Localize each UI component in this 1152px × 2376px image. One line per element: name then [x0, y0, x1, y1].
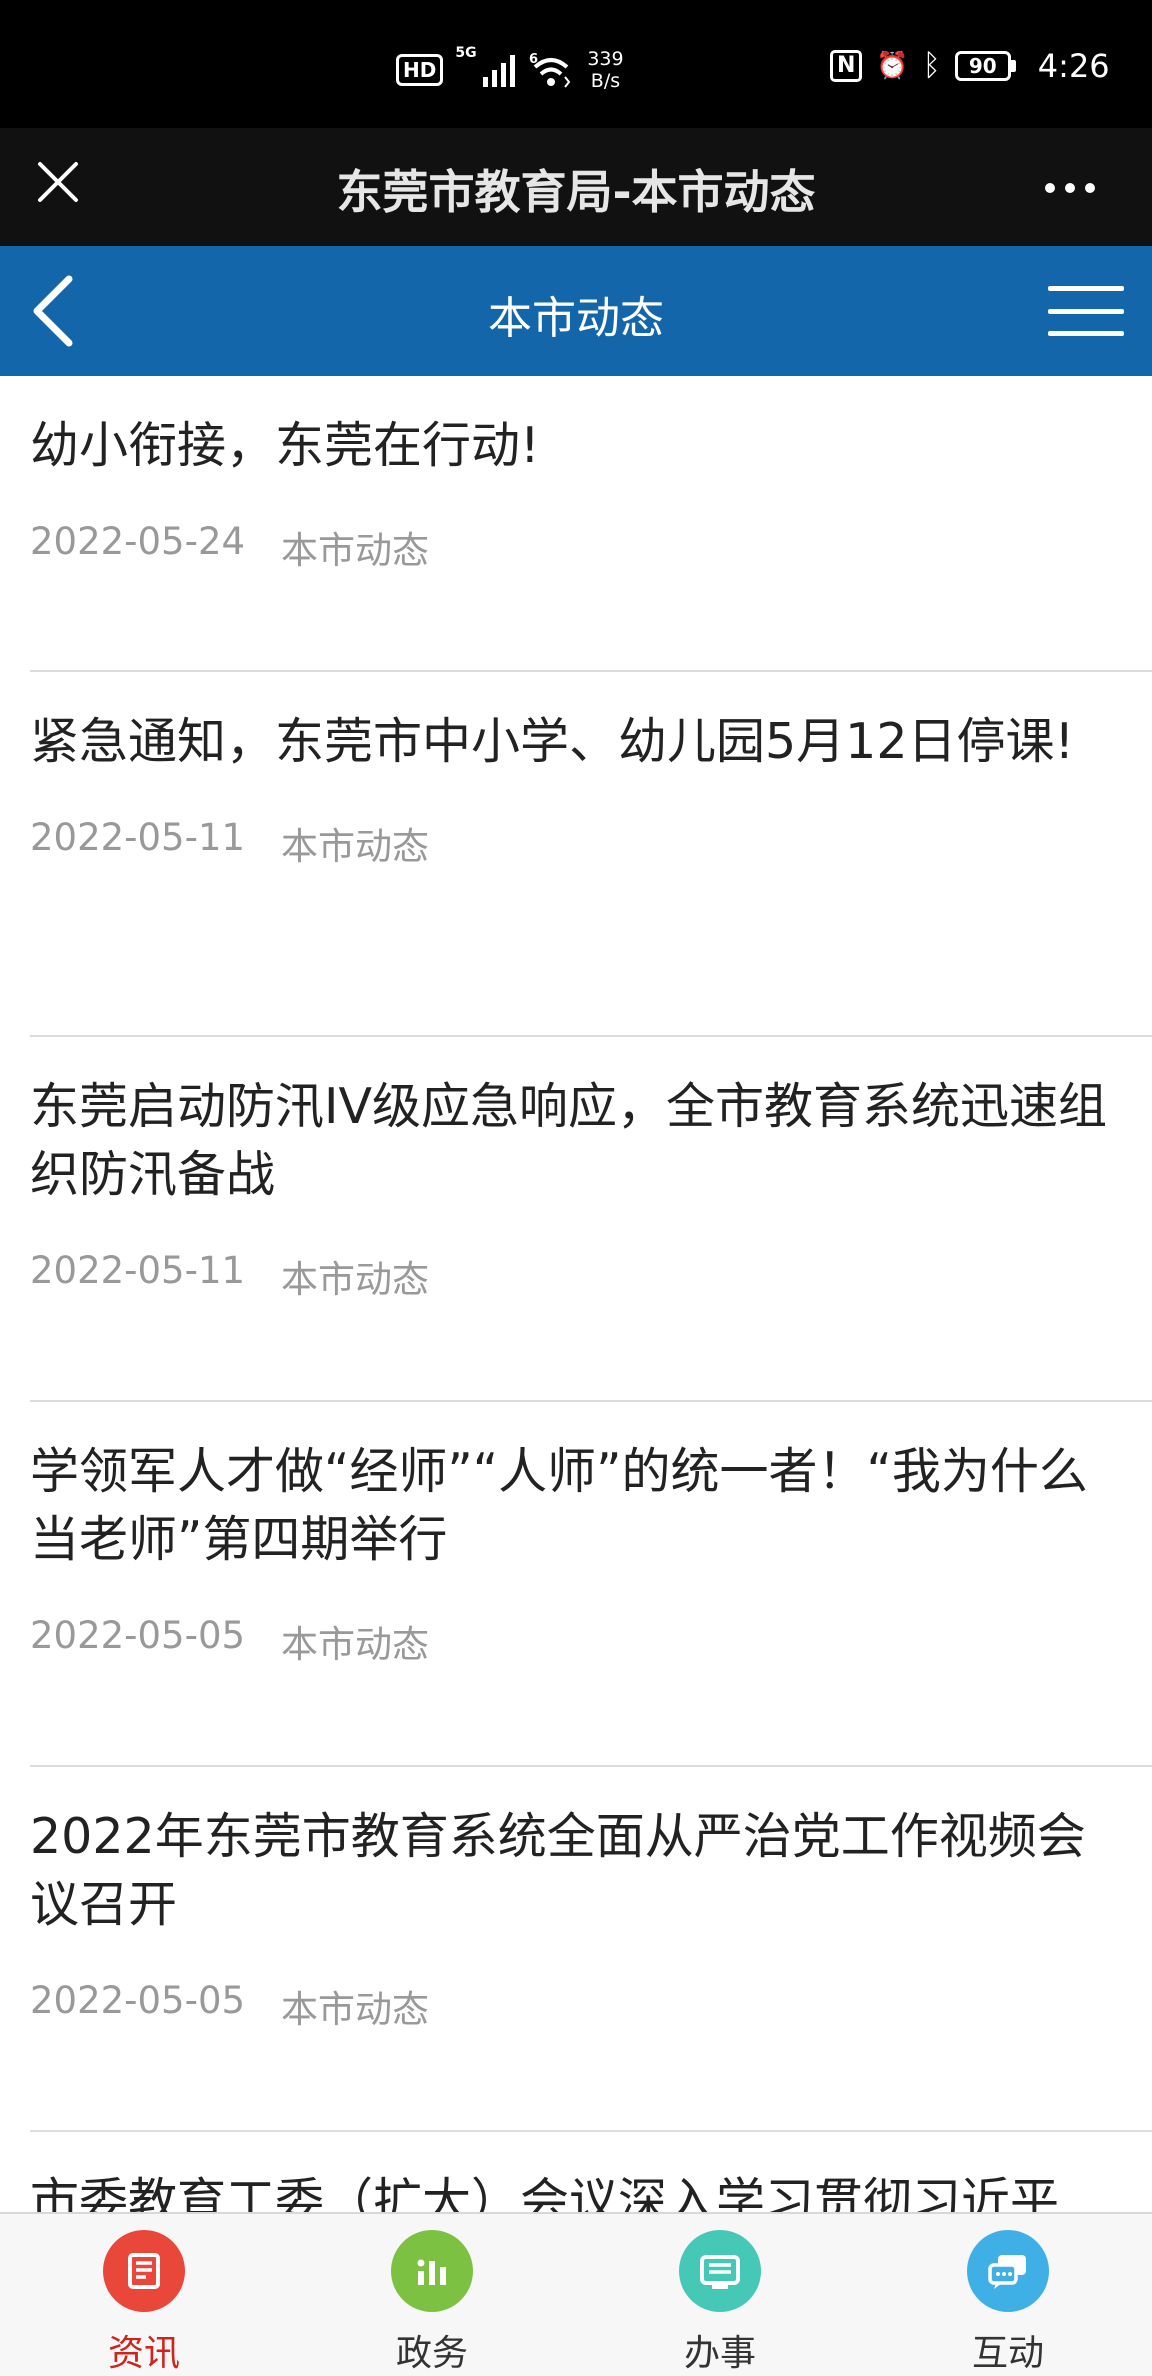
- bluetooth-icon: ᛒ: [922, 48, 941, 83]
- tab-label: 办事: [683, 2333, 756, 2374]
- bottom-tab-bar: 资讯 政务 办事 互动: [0, 2212, 1152, 2376]
- news-title: 幼小衔接，东莞在行动!: [30, 417, 540, 474]
- wifi-icon: 6: [529, 51, 573, 89]
- tab-government-affairs[interactable]: 政务: [288, 2214, 576, 2376]
- news-date: 2022-05-05: [30, 1614, 246, 1657]
- signal-generation-label: 5G: [455, 45, 477, 61]
- news-meta: 2022-05-11 本市动态: [30, 1249, 1152, 1303]
- tab-news[interactable]: 资讯: [0, 2214, 288, 2376]
- chat-bubbles-icon: [967, 2230, 1049, 2312]
- news-category: 本市动态: [281, 529, 430, 572]
- news-icon: [103, 2230, 185, 2312]
- battery-icon: 90: [954, 51, 1016, 81]
- menu-button[interactable]: [1048, 286, 1124, 336]
- news-category: 本市动态: [281, 825, 430, 868]
- news-item[interactable]: 市委教育工委（扩大）会议深入学习贯彻习近平: [30, 2132, 1152, 2212]
- news-meta: 2022-05-24 本市动态: [30, 520, 1152, 574]
- news-date: 2022-05-24: [30, 520, 246, 563]
- network-speed: 339 B/s: [587, 48, 623, 92]
- news-meta: 2022-05-11 本市动态: [30, 816, 1152, 870]
- bar-chart-icon: [391, 2230, 473, 2312]
- nfc-icon: N: [830, 50, 863, 82]
- status-icons-right: N ⏰ ᛒ 90 4:26: [830, 44, 1110, 88]
- news-item[interactable]: 紧急通知，东莞市中小学、幼儿园5月12日停课! 2022-05-11 本市动态: [30, 672, 1152, 1037]
- news-item[interactable]: 2022年东莞市教育系统全面从严治党工作视频会议召开 2022-05-05 本市…: [30, 1767, 1152, 2132]
- news-item[interactable]: 幼小衔接，东莞在行动! 2022-05-24 本市动态: [30, 376, 1152, 672]
- news-title: 东莞启动防汛IV级应急响应，全市教育系统迅速组织防汛备战: [30, 1078, 1107, 1203]
- network-speed-value: 339: [587, 48, 624, 70]
- news-title: 2022年东莞市教育系统全面从严治党工作视频会议召开: [30, 1808, 1086, 1933]
- status-bar: HD 5G 6 339 B/s N ⏰ ᛒ 90 4:26: [0, 0, 1152, 128]
- more-options-button[interactable]: [1030, 158, 1110, 218]
- news-category: 本市动态: [281, 1258, 430, 1301]
- alarm-icon: ⏰: [876, 51, 909, 81]
- window-title: 东莞市教育局-本市动态: [336, 165, 816, 219]
- signal-icon: 5G: [455, 45, 516, 87]
- status-icons-left: HD 5G 6 339 B/s: [396, 40, 624, 100]
- news-meta: 2022-05-05 本市动态: [30, 1614, 1152, 1668]
- news-meta: 2022-05-05 本市动态: [30, 1979, 1152, 2033]
- tab-label: 资讯: [107, 2333, 180, 2374]
- news-list: 幼小衔接，东莞在行动! 2022-05-24 本市动态 紧急通知，东莞市中小学、…: [0, 376, 1152, 2212]
- nav-bar: 本市动态: [0, 246, 1152, 376]
- tab-interaction[interactable]: 互动: [864, 2214, 1152, 2376]
- tab-services[interactable]: 办事: [576, 2214, 864, 2376]
- hamburger-icon: [1048, 286, 1124, 291]
- hd-badge: HD: [396, 54, 444, 86]
- news-date: 2022-05-11: [30, 1249, 246, 1292]
- window-title-bar: 东莞市教育局-本市动态: [0, 128, 1152, 246]
- clock: 4:26: [1037, 47, 1110, 85]
- document-icon: [679, 2230, 761, 2312]
- news-date: 2022-05-05: [30, 1979, 246, 2022]
- news-item[interactable]: 学领军人才做“经师”“人师”的统一者！“我为什么当老师”第四期举行 2022-0…: [30, 1402, 1152, 1767]
- more-dot-icon: [1045, 183, 1055, 193]
- network-speed-unit: B/s: [590, 70, 621, 92]
- more-dot-icon: [1085, 183, 1095, 193]
- news-title: 紧急通知，东莞市中小学、幼儿园5月12日停课!: [30, 713, 1075, 770]
- tab-label: 政务: [395, 2333, 468, 2374]
- more-dot-icon: [1065, 183, 1075, 193]
- page-title: 本市动态: [488, 293, 664, 344]
- tab-label: 互动: [971, 2333, 1044, 2374]
- battery-level: 90: [954, 51, 1011, 81]
- news-item[interactable]: 东莞启动防汛IV级应急响应，全市教育系统迅速组织防汛备战 2022-05-11 …: [30, 1037, 1152, 1402]
- news-title: 市委教育工委（扩大）会议深入学习贯彻习近平: [30, 2173, 1060, 2212]
- news-category: 本市动态: [281, 1988, 430, 2031]
- news-category: 本市动态: [281, 1623, 430, 1666]
- news-date: 2022-05-11: [30, 816, 246, 859]
- news-title: 学领军人才做“经师”“人师”的统一者！“我为什么当老师”第四期举行: [30, 1443, 1088, 1568]
